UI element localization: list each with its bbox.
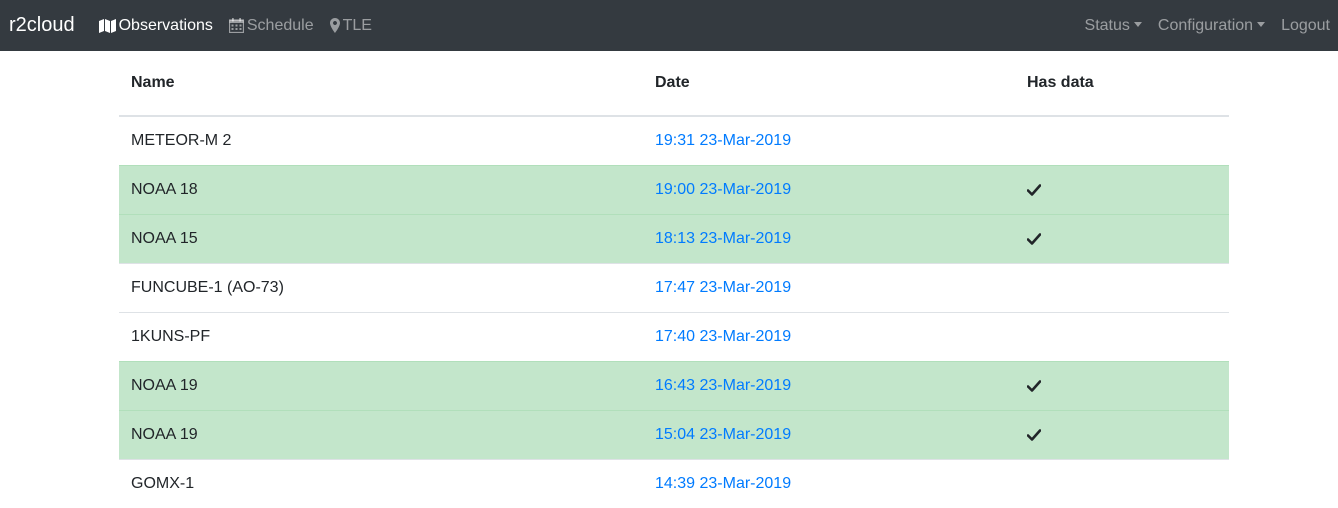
- observation-date-link[interactable]: 16:43 23-Mar-2019: [655, 377, 791, 394]
- observation-date-cell: 16:43 23-Mar-2019: [643, 360, 1015, 410]
- check-icon: [1027, 428, 1217, 441]
- has-data-cell: [1015, 409, 1229, 459]
- table-row[interactable]: FUNCUBE-1 (AO-73) 17:47 23-Mar-2019: [119, 262, 1229, 312]
- check-icon: [1027, 379, 1217, 392]
- observation-date-link[interactable]: 15:04 23-Mar-2019: [655, 426, 791, 443]
- table-row[interactable]: METEOR-M 2 19:31 23-Mar-2019: [119, 115, 1229, 165]
- top-navbar: r2cloud Observations Schedule TLE Status…: [0, 0, 1338, 51]
- observation-date-link[interactable]: 17:47 23-Mar-2019: [655, 279, 791, 296]
- caret-down-icon: [1257, 22, 1266, 27]
- observation-name: FUNCUBE-1 (AO-73): [119, 262, 643, 312]
- table-header-row: Name Date Has data: [119, 51, 1229, 117]
- nav-tle-label: TLE: [342, 16, 372, 34]
- nav-schedule-label: Schedule: [246, 16, 314, 34]
- nav-left: Observations Schedule TLE: [98, 16, 388, 35]
- logout-link[interactable]: Logout: [1281, 17, 1330, 35]
- map-marker-icon: [329, 18, 340, 33]
- column-header-has-data: Has data: [1015, 51, 1229, 117]
- configuration-dropdown-label: Configuration: [1157, 16, 1254, 34]
- status-dropdown-label: Status: [1084, 16, 1130, 34]
- has-data-cell: [1015, 311, 1229, 361]
- column-header-date: Date: [643, 51, 1015, 117]
- observation-date-cell: 19:00 23-Mar-2019: [643, 164, 1015, 214]
- calendar-icon: [228, 18, 244, 33]
- observation-date-link[interactable]: 19:31 23-Mar-2019: [655, 132, 791, 149]
- observation-name: NOAA 18: [119, 164, 643, 214]
- observation-date-cell: 18:13 23-Mar-2019: [643, 213, 1015, 263]
- has-data-cell: [1015, 213, 1229, 263]
- table-row[interactable]: NOAA 15 18:13 23-Mar-2019: [119, 213, 1229, 263]
- nav-observations[interactable]: Observations: [98, 16, 213, 35]
- check-icon: [1027, 183, 1217, 196]
- check-icon: [1027, 232, 1217, 245]
- nav-observations-label: Observations: [118, 16, 213, 34]
- table-row[interactable]: NOAA 18 19:00 23-Mar-2019: [119, 164, 1229, 214]
- observation-date-cell: 17:40 23-Mar-2019: [643, 311, 1015, 361]
- observation-date-cell: 15:04 23-Mar-2019: [643, 409, 1015, 459]
- logout-label: Logout: [1281, 16, 1330, 34]
- nav-right: Status Configuration Logout: [1069, 0, 1330, 51]
- observation-name: NOAA 15: [119, 213, 643, 263]
- map-icon: [98, 18, 116, 33]
- nav-tle[interactable]: TLE: [329, 16, 372, 35]
- observation-name: NOAA 19: [119, 360, 643, 410]
- table-row[interactable]: 1KUNS-PF 17:40 23-Mar-2019: [119, 311, 1229, 361]
- has-data-cell: [1015, 360, 1229, 410]
- brand-logo[interactable]: r2cloud: [9, 14, 75, 37]
- table-row[interactable]: NOAA 19 15:04 23-Mar-2019: [119, 409, 1229, 459]
- observation-date-link[interactable]: 14:39 23-Mar-2019: [655, 475, 791, 492]
- observation-date-cell: 14:39 23-Mar-2019: [643, 458, 1015, 508]
- main-container: Name Date Has data METEOR-M 2 19:31 23-Ma…: [119, 51, 1229, 508]
- observation-date-link[interactable]: 17:40 23-Mar-2019: [655, 328, 791, 345]
- observation-date-cell: 17:47 23-Mar-2019: [643, 262, 1015, 312]
- observation-date-cell: 19:31 23-Mar-2019: [643, 115, 1015, 165]
- observation-date-link[interactable]: 19:00 23-Mar-2019: [655, 181, 791, 198]
- has-data-cell: [1015, 458, 1229, 508]
- table-row[interactable]: NOAA 19 16:43 23-Mar-2019: [119, 360, 1229, 410]
- has-data-cell: [1015, 262, 1229, 312]
- observation-name: GOMX-1: [119, 458, 643, 508]
- observation-name: 1KUNS-PF: [119, 311, 643, 361]
- nav-schedule[interactable]: Schedule: [228, 16, 314, 35]
- observations-table: Name Date Has data METEOR-M 2 19:31 23-Ma…: [119, 51, 1229, 508]
- observation-name: METEOR-M 2: [119, 115, 643, 165]
- status-dropdown[interactable]: Status: [1085, 17, 1142, 35]
- observation-date-link[interactable]: 18:13 23-Mar-2019: [655, 230, 791, 247]
- caret-down-icon: [1133, 22, 1142, 27]
- has-data-cell: [1015, 164, 1229, 214]
- configuration-dropdown[interactable]: Configuration: [1157, 16, 1266, 35]
- has-data-cell: [1015, 115, 1229, 165]
- table-row[interactable]: GOMX-1 14:39 23-Mar-2019: [119, 458, 1229, 508]
- column-header-name: Name: [119, 51, 643, 117]
- observation-name: NOAA 19: [119, 409, 643, 459]
